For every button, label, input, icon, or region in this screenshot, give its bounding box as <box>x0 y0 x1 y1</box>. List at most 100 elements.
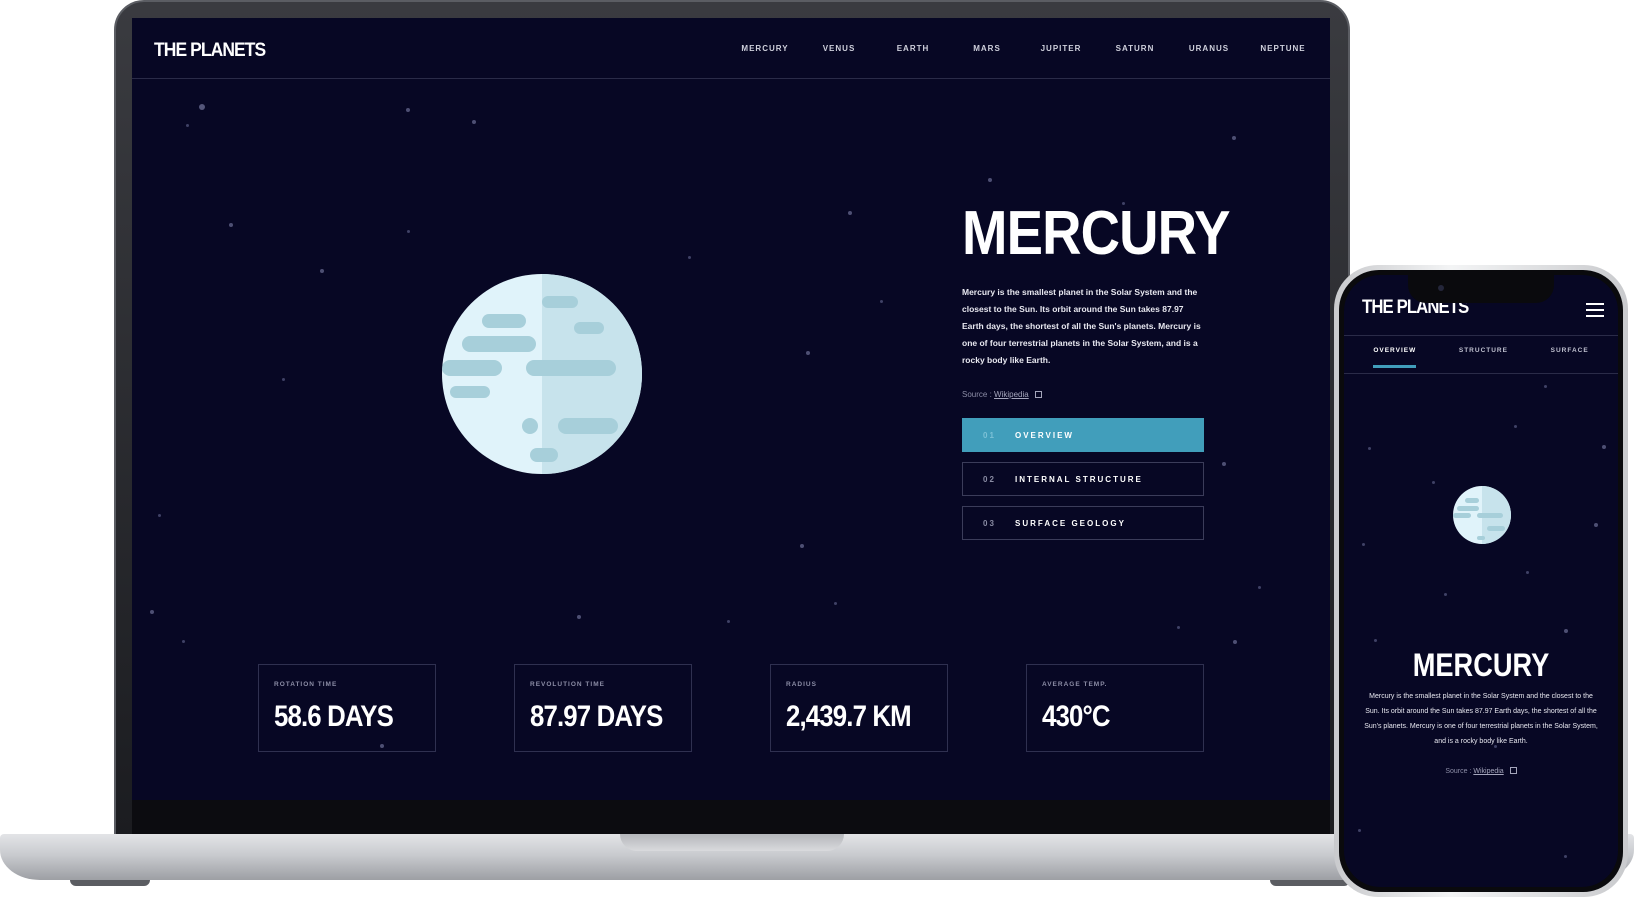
source-line: Source : Wikipedia <box>1344 767 1618 775</box>
stat-label: RADIUS <box>786 681 817 688</box>
planet-nav: MERCURY VENUS EARTH MARS JUPITER SATURN … <box>728 44 1320 53</box>
hamburger-menu-icon[interactable] <box>1586 303 1604 317</box>
tab-label: OVERVIEW <box>1015 430 1074 440</box>
star <box>988 178 992 182</box>
tab-overview[interactable]: 01 OVERVIEW <box>962 418 1204 452</box>
planet-title: MERCURY <box>962 199 1231 268</box>
source-line: Source : Wikipedia <box>962 390 1042 399</box>
star <box>848 211 852 215</box>
star <box>1258 586 1261 589</box>
source-link[interactable]: Wikipedia <box>994 390 1029 399</box>
stat-label: ROTATION TIME <box>274 681 338 688</box>
star <box>1594 523 1598 527</box>
star <box>158 514 161 517</box>
star <box>1564 855 1567 858</box>
tab-surface[interactable]: SURFACE <box>1551 347 1589 368</box>
planet-title: MERCURY <box>1412 647 1550 683</box>
view-tabs: 01 OVERVIEW 02 INTERNAL STRUCTURE 03 SUR… <box>962 418 1204 550</box>
source-link[interactable]: Wikipedia <box>1473 768 1503 775</box>
tab-number: 01 <box>983 430 996 440</box>
star <box>229 223 233 227</box>
star <box>1177 626 1180 629</box>
desktop-screen: THE PLANETS MERCURY VENUS EARTH MARS JUP… <box>132 18 1330 800</box>
laptop-foot <box>70 880 150 886</box>
stat-revolution-time: REVOLUTION TIME 87.97 DAYS <box>514 664 692 752</box>
star <box>472 120 476 124</box>
star <box>880 300 883 303</box>
star <box>1368 447 1371 450</box>
laptop-opening-notch <box>620 834 844 851</box>
mobile-view-tabs: OVERVIEW STRUCTURE SURFACE <box>1344 347 1618 368</box>
tab-number: 03 <box>983 518 996 528</box>
star <box>806 351 810 355</box>
tabs-divider <box>1344 373 1618 374</box>
mercury-planet-image <box>1453 486 1511 544</box>
planet-description: Mercury is the smallest planet in the So… <box>962 287 1201 365</box>
tab-label: INTERNAL STRUCTURE <box>1015 474 1143 484</box>
star <box>186 124 189 127</box>
star <box>406 108 410 112</box>
stat-value: 2,439.7 KM <box>786 700 912 733</box>
nav-item-mercury[interactable]: MERCURY <box>728 44 802 53</box>
stat-label: AVERAGE TEMP. <box>1042 681 1108 688</box>
header-divider <box>1344 335 1618 336</box>
star <box>1232 136 1236 140</box>
star <box>407 230 410 233</box>
header-divider <box>132 78 1330 79</box>
phone-notch <box>1408 275 1554 303</box>
stat-value: 430°C <box>1042 700 1111 733</box>
tab-number: 02 <box>983 474 996 484</box>
mobile-screen: THE PLANETS OVERVIEW STRUCTURE SURFACE M… <box>1344 275 1618 887</box>
star <box>800 544 804 548</box>
site-logo[interactable]: THE PLANETS <box>154 40 266 62</box>
nav-item-earth[interactable]: EARTH <box>876 44 950 53</box>
tab-structure[interactable]: STRUCTURE <box>1459 347 1508 368</box>
stat-radius: RADIUS 2,439.7 KM <box>770 664 948 752</box>
star <box>688 256 691 259</box>
nav-item-jupiter[interactable]: JUPITER <box>1024 44 1098 53</box>
star <box>1514 425 1517 428</box>
star <box>1564 629 1568 633</box>
star <box>1374 639 1377 642</box>
star <box>199 104 205 110</box>
star <box>1233 640 1237 644</box>
mercury-planet-image <box>442 274 642 474</box>
stat-value: 58.6 DAYS <box>274 700 394 733</box>
star <box>1526 571 1529 574</box>
star <box>1544 385 1547 388</box>
planet-description: Mercury is the smallest planet in the So… <box>1364 693 1598 745</box>
star <box>1222 462 1226 466</box>
star <box>1444 593 1447 596</box>
star <box>150 610 154 614</box>
nav-item-saturn[interactable]: SATURN <box>1098 44 1172 53</box>
laptop-foot <box>1270 880 1350 886</box>
star <box>182 640 185 643</box>
tab-surface-geology[interactable]: 03 SURFACE GEOLOGY <box>962 506 1204 540</box>
tab-overview[interactable]: OVERVIEW <box>1373 347 1417 368</box>
star <box>320 269 324 273</box>
source-label: Source : <box>1445 768 1472 775</box>
nav-item-neptune[interactable]: NEPTUNE <box>1246 44 1320 53</box>
stat-value: 87.97 DAYS <box>530 700 663 733</box>
planet-stats: ROTATION TIME 58.6 DAYS REVOLUTION TIME … <box>258 664 1282 752</box>
star <box>1362 543 1365 546</box>
external-link-icon[interactable] <box>1034 391 1042 398</box>
nav-item-uranus[interactable]: URANUS <box>1172 44 1246 53</box>
camera-icon <box>1438 285 1444 291</box>
source-label: Source : <box>962 390 992 399</box>
stat-average-temp: AVERAGE TEMP. 430°C <box>1026 664 1204 752</box>
stat-label: REVOLUTION TIME <box>530 681 605 688</box>
star <box>834 602 837 605</box>
star <box>1358 829 1361 832</box>
stat-rotation-time: ROTATION TIME 58.6 DAYS <box>258 664 436 752</box>
star <box>1432 481 1435 484</box>
nav-item-mars[interactable]: MARS <box>950 44 1024 53</box>
external-link-icon[interactable] <box>1509 767 1517 774</box>
star <box>282 378 285 381</box>
nav-item-venus[interactable]: VENUS <box>802 44 876 53</box>
tab-internal-structure[interactable]: 02 INTERNAL STRUCTURE <box>962 462 1204 496</box>
star <box>727 620 730 623</box>
star <box>1602 445 1606 449</box>
star <box>577 615 581 619</box>
tab-label: SURFACE GEOLOGY <box>1015 518 1126 528</box>
